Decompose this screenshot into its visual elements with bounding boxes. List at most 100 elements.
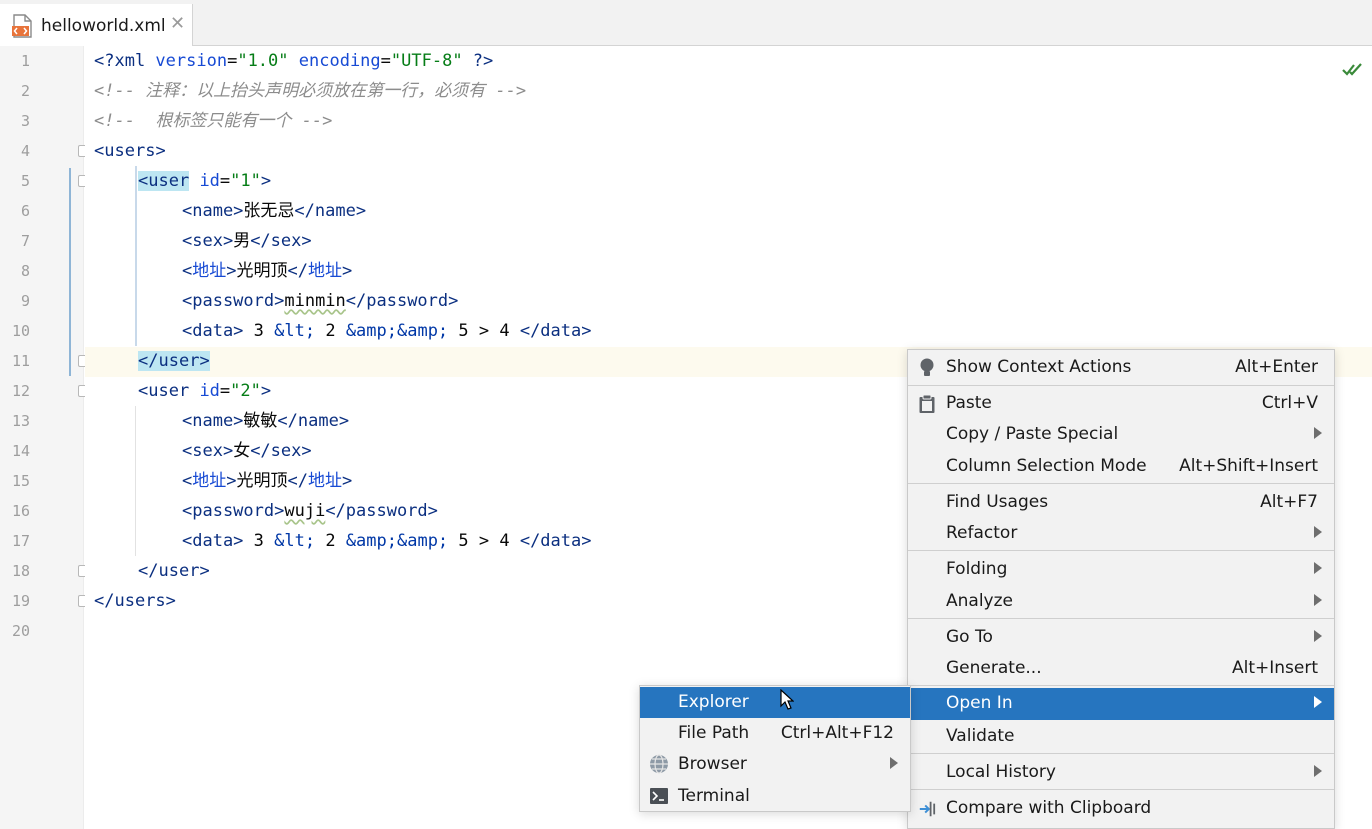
entity: &amp;&amp; xyxy=(345,321,449,341)
code-line-1: <?xml version="1.0" encoding="UTF-8" ?> xyxy=(94,46,493,76)
code-line-14: <sex>女</sex> xyxy=(182,436,312,466)
equals: = xyxy=(227,51,238,71)
tag-bracket: </ xyxy=(94,591,115,611)
menu-label: Open In xyxy=(946,693,1013,713)
close-tab-icon[interactable]: ✕ xyxy=(170,13,185,34)
menu-item-generate[interactable]: Generate... Alt+Insert xyxy=(908,653,1334,685)
compare-icon xyxy=(919,801,936,817)
tab-helloworld-xml[interactable]: helloworld.xml ✕ xyxy=(0,4,193,46)
menu-item-go-to[interactable]: Go To xyxy=(908,622,1334,654)
tag-name: user xyxy=(158,351,200,371)
text-content: 敏敏 xyxy=(243,411,278,431)
menu-label: Refactor xyxy=(946,523,1018,543)
editor-context-menu: Show Context Actions Alt+Enter Paste Ctr… xyxy=(907,349,1335,829)
close-tag: </password> xyxy=(345,291,459,311)
text-content: wuji xyxy=(284,501,326,521)
menu-item-open-in[interactable]: Open In xyxy=(908,688,1334,720)
tag-bracket: > xyxy=(260,381,272,401)
menu-item-local-history[interactable]: Local History xyxy=(908,757,1334,789)
submenu-item-explorer[interactable]: Explorer xyxy=(640,687,910,718)
tag-name: users xyxy=(104,141,156,161)
line-number: 7 xyxy=(20,232,30,250)
code-line-2: <!-- 注释：以上抬头声明必须放在第一行，必须有 --> xyxy=(94,81,527,101)
attr-name: id xyxy=(189,381,220,401)
attr-name: id xyxy=(189,171,220,191)
attr-value: "2" xyxy=(230,381,261,401)
menu-item-copy-paste-special[interactable]: Copy / Paste Special xyxy=(908,419,1334,451)
line-number: 5 xyxy=(20,172,30,190)
code-line-16: <password>wuji</password> xyxy=(182,496,438,526)
tag-name: user xyxy=(158,561,200,581)
tag-bracket: < xyxy=(182,471,193,491)
tag-bracket: < xyxy=(94,141,105,161)
menu-item-folding[interactable]: Folding xyxy=(908,554,1334,586)
menu-item-paste[interactable]: Paste Ctrl+V xyxy=(908,388,1334,420)
tag-bracket: </ xyxy=(287,261,308,281)
text-content: 男 xyxy=(233,231,251,251)
menu-separator xyxy=(908,385,1334,386)
text-content: 5 > 4 xyxy=(448,321,520,341)
menu-item-validate[interactable]: Validate xyxy=(908,721,1334,753)
attr-name: version xyxy=(155,51,228,71)
code-line-9: <password>minmin</password> xyxy=(182,286,458,316)
entity: &amp;&amp; xyxy=(345,531,449,551)
tag-bracket: > xyxy=(199,351,210,371)
tag-bracket: > xyxy=(155,141,166,161)
menu-shortcut: Ctrl+Alt+F12 xyxy=(780,723,894,743)
code-line-12: <user id="2"> xyxy=(138,376,271,406)
menu-label: Analyze xyxy=(946,591,1013,611)
tag-bracket: > xyxy=(341,471,353,491)
menu-label: Generate... xyxy=(946,658,1042,678)
line-number: 20 xyxy=(11,622,30,640)
xml-declaration-close: ?> xyxy=(462,51,494,71)
code-line-6: <name>张无忌</name> xyxy=(182,196,366,226)
code-line-11: </user> xyxy=(138,346,210,376)
code-line-4: <users> xyxy=(94,136,166,166)
tag-name: 地址 xyxy=(307,261,342,281)
text-content: 光明顶 xyxy=(236,471,288,491)
xml-declaration-open: <?xml xyxy=(94,51,156,71)
line-number: 2 xyxy=(20,82,30,100)
menu-label: Browser xyxy=(678,754,747,774)
line-number: 13 xyxy=(11,412,30,430)
menu-label: Find Usages xyxy=(946,492,1049,512)
open-tag: <password> xyxy=(182,501,285,521)
menu-label: Go To xyxy=(946,627,993,647)
tag-bracket: < xyxy=(138,171,149,191)
submenu-arrow-icon xyxy=(1314,630,1322,642)
terminal-icon xyxy=(650,788,668,804)
submenu-item-terminal[interactable]: Terminal xyxy=(640,781,910,812)
tag-name: 地址 xyxy=(192,471,227,491)
tag-name: 地址 xyxy=(307,471,342,491)
editor-tab-bar: helloworld.xml ✕ xyxy=(0,0,1372,46)
line-number: 4 xyxy=(20,142,30,160)
tag-bracket: </ xyxy=(138,561,159,581)
text-content: 5 > 4 xyxy=(448,531,520,551)
menu-item-column-selection-mode[interactable]: Column Selection Mode Alt+Shift+Insert xyxy=(908,451,1334,483)
menu-item-compare-with-clipboard[interactable]: Compare with Clipboard xyxy=(908,793,1334,825)
menu-separator xyxy=(908,483,1334,484)
menu-item-find-usages[interactable]: Find Usages Alt+F7 xyxy=(908,487,1334,519)
submenu-arrow-icon xyxy=(1314,765,1322,777)
submenu-item-browser[interactable]: Browser xyxy=(640,749,910,780)
menu-separator xyxy=(908,618,1334,619)
menu-shortcut: Alt+F7 xyxy=(1260,492,1318,512)
tag-bracket: </ xyxy=(287,471,308,491)
line-number: 17 xyxy=(11,532,30,550)
close-tag: </name> xyxy=(294,201,367,221)
close-tag: </sex> xyxy=(250,441,312,461)
text-content: 2 xyxy=(315,531,346,551)
line-number: 3 xyxy=(20,112,30,130)
tag-bracket: > xyxy=(226,261,237,281)
clipboard-icon xyxy=(919,394,935,413)
menu-separator xyxy=(908,789,1334,790)
scope-indicator xyxy=(69,168,71,376)
tag-bracket: < xyxy=(138,381,149,401)
submenu-item-file-path[interactable]: File Path Ctrl+Alt+F12 xyxy=(640,718,910,749)
inspection-ok-icon[interactable] xyxy=(1342,60,1364,78)
text-content: 张无忌 xyxy=(243,201,295,221)
menu-item-show-context-actions[interactable]: Show Context Actions Alt+Enter xyxy=(908,352,1334,384)
menu-item-refactor[interactable]: Refactor xyxy=(908,518,1334,550)
menu-item-analyze[interactable]: Analyze xyxy=(908,586,1334,618)
line-number: 14 xyxy=(11,442,30,460)
